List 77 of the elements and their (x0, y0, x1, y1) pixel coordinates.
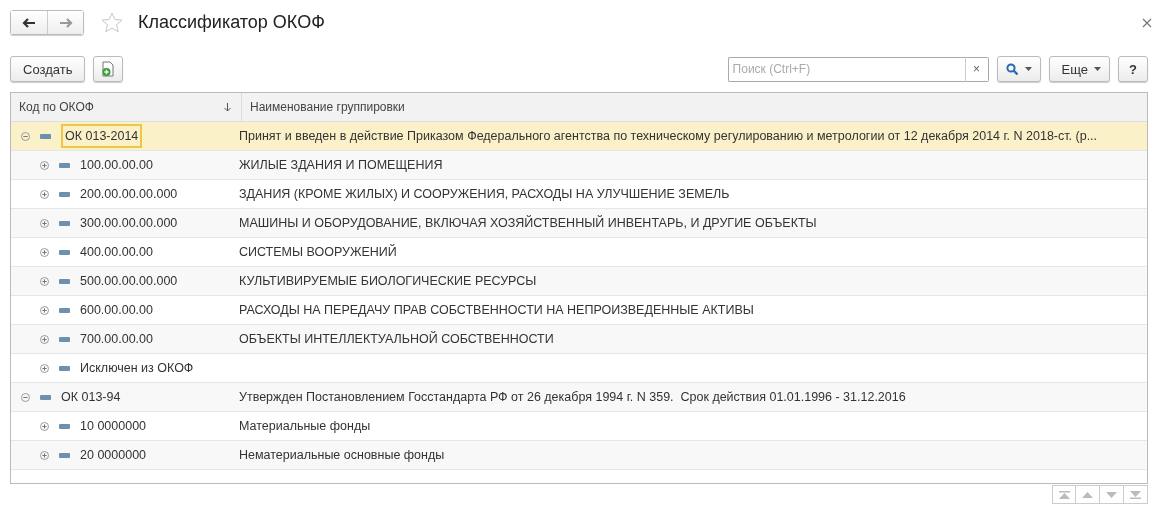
expand-icon[interactable] (40, 276, 49, 286)
code-text: 300.00.00.00.000 (80, 216, 178, 230)
group-icon (59, 278, 70, 284)
last-icon (1130, 490, 1141, 499)
help-button[interactable]: ? (1118, 56, 1148, 82)
collapse-icon[interactable] (21, 131, 30, 141)
expand-icon[interactable] (40, 450, 49, 460)
table-row[interactable]: ОК 013-2014 Принят и введен в действие Приказом Федерального агентства по техническому регулированию и метрологии от 12 декабря 2014 г. N 2018-ст. (р... (11, 122, 1147, 151)
code-text: 700.00.00.00 (80, 332, 153, 346)
close-icon[interactable] (1142, 17, 1152, 28)
expand-icon[interactable] (40, 305, 49, 315)
document-plus-icon (101, 61, 116, 77)
clear-button[interactable]: × (964, 56, 989, 82)
name-text: ЖИЛЫЕ ЗДАНИЯ И ПОМЕЩЕНИЯ (239, 158, 443, 172)
name-text: Материальные фонды (239, 419, 371, 433)
caret-icon (1094, 67, 1102, 71)
table-row[interactable]: 500.00.00.00.000 КУЛЬТИВИРУЕМЫЕ БИОЛОГИЧЕСКИЕ РЕСУРСЫ (11, 267, 1147, 296)
table-row[interactable]: 100.00.00.00 ЖИЛЫЕ ЗДАНИЯ И ПОМЕЩЕНИЯ (11, 151, 1147, 180)
more-button[interactable]: Еще (1048, 56, 1111, 82)
table-row[interactable]: 700.00.00.00 ОБЪЕКТЫ ИНТЕЛЛЕКТУАЛЬНОЙ СОБСТВЕННОСТИ (11, 325, 1147, 354)
code-text: 100.00.00.00 (80, 158, 153, 172)
name-text: СИСТЕМЫ ВООРУЖЕНИЙ (239, 245, 397, 259)
group-icon (40, 133, 51, 139)
triangle-up-icon (1082, 491, 1093, 498)
expand-icon[interactable] (40, 421, 49, 431)
name-text: РАСХОДЫ НА ПЕРЕДАЧУ ПРАВ СОБСТВЕННОСТИ НА НЕПРОИЗВЕДЕННЫЕ АКТИВЫ (239, 303, 754, 317)
expand-icon[interactable] (40, 218, 49, 228)
group-icon (40, 394, 51, 400)
search-dropdown-button[interactable] (996, 56, 1041, 82)
group-icon (59, 452, 70, 458)
collapse-icon[interactable] (21, 392, 30, 402)
first-icon (1058, 490, 1070, 499)
column-header[interactable]: Код по ОКОФ (11, 93, 242, 121)
back-button[interactable] (11, 11, 47, 34)
table-row[interactable]: 300.00.00.00.000 МАШИНЫ И ОБОРУДОВАНИЕ, ВКЛЮЧАЯ ХОЗЯЙСТВЕННЫЙ ИНВЕНТАРЬ, И ДРУГИЕ ОБЪЕКТЫ (11, 209, 1147, 238)
expand-icon[interactable] (40, 247, 49, 257)
table-row[interactable]: 20 0000000 Нематериальные основные фонды (11, 441, 1147, 470)
search-icon (1005, 62, 1019, 76)
code-text: 200.00.00.00.000 (80, 187, 178, 201)
create-button[interactable]: Создать (10, 56, 86, 82)
group-icon (59, 336, 70, 342)
name-text: Принят и введен в действие Приказом Федерального агентства по техническому регулированию и метрологии от 12 декабря 2014 г. N 2018-ст. (р... (239, 129, 1098, 143)
table-row[interactable]: ОК 013-94 Утвержден Постановлением Госстандарта РФ от 26 декабря 1994 г. N 359. Срок действия 01.01.1996 - 31.12.2016 (11, 383, 1147, 412)
code-text: ОК 013-94 (61, 390, 121, 404)
group-icon (59, 307, 70, 313)
column-header[interactable]: Наименование группировки (242, 93, 1147, 121)
group-icon (59, 191, 70, 197)
group-icon (59, 365, 70, 371)
group-icon (59, 249, 70, 255)
caret-icon (1024, 67, 1032, 71)
group-icon (59, 423, 70, 429)
code-text: 600.00.00.00 (80, 303, 153, 317)
expand-icon[interactable] (40, 363, 49, 373)
star-icon[interactable] (100, 10, 124, 35)
search-field[interactable]: Поиск (Ctrl+F) (727, 56, 965, 82)
code-text: 500.00.00.00.000 (80, 274, 178, 288)
group-icon (59, 162, 70, 168)
expand-icon[interactable] (40, 334, 49, 344)
expand-icon[interactable] (40, 189, 49, 199)
code-text: 20 0000000 (80, 448, 147, 462)
window-title: Классификатор ОКОФ (138, 12, 325, 33)
expand-icon[interactable] (40, 160, 49, 170)
triangle-down-icon (1106, 491, 1117, 498)
group-icon (59, 220, 70, 226)
name-text: МАШИНЫ И ОБОРУДОВАНИЕ, ВКЛЮЧАЯ ХОЗЯЙСТВЕННЫЙ ИНВЕНТАРЬ, И ДРУГИЕ ОБЪЕКТЫ (239, 216, 817, 230)
name-text: КУЛЬТИВИРУЕМЫЕ БИОЛОГИЧЕСКИЕ РЕСУРСЫ (239, 274, 537, 288)
add-document-button[interactable] (93, 56, 124, 82)
code-text: ОК 013-2014 (61, 124, 143, 148)
code-text: Исключен из ОКОФ (80, 361, 194, 375)
name-text: ЗДАНИЯ (КРОМЕ ЖИЛЫХ) И СООРУЖЕНИЯ, РАСХОДЫ НА УЛУЧШЕНИЕ ЗЕМЕЛЬ (239, 187, 730, 201)
arrow-left-icon (22, 17, 36, 28)
arrow-right-icon (58, 17, 73, 28)
code-text: 10 0000000 (80, 419, 147, 433)
name-text: ОБЪЕКТЫ ИНТЕЛЛЕКТУАЛЬНОЙ СОБСТВЕННОСТИ (239, 332, 554, 346)
name-text: Нематериальные основные фонды (239, 448, 445, 462)
code-text: 400.00.00.00 (80, 245, 153, 259)
name-text: Утвержден Постановлением Госстандарта РФ от 26 декабря 1994 г. N 359. Срок действия 01.01.1996 - 31.12.2016 (239, 390, 906, 404)
